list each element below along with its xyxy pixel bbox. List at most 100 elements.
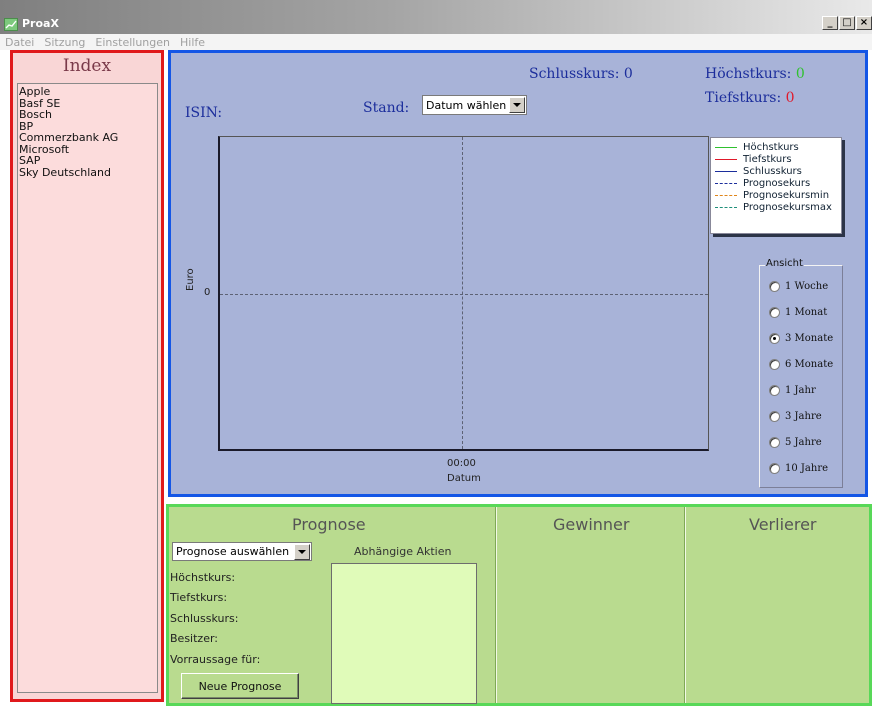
chevron-down-icon[interactable] bbox=[509, 97, 525, 113]
list-item[interactable]: Bosch bbox=[19, 109, 156, 121]
radio-icon[interactable] bbox=[769, 359, 780, 370]
schlusskurs-field-label: Schlusskurs: bbox=[170, 612, 239, 625]
maximize-button[interactable]: □ bbox=[839, 16, 855, 30]
legend-label: Prognosekursmin bbox=[743, 189, 830, 201]
schlusskurs-value: 0 bbox=[623, 66, 633, 82]
list-item[interactable]: Sky Deutschland bbox=[19, 166, 156, 179]
menu-einstellungen[interactable]: Einstellungen bbox=[90, 34, 175, 50]
chart-legend: Höchstkurs Tiefstkurs Schlusskurs Progno… bbox=[710, 137, 842, 234]
chart-panel: Schlusskurs: 0 Höchstkurs: 0 Tiefstkurs:… bbox=[168, 50, 868, 497]
radio-icon[interactable] bbox=[769, 411, 780, 422]
radio-10-jahre[interactable]: 10 Jahre bbox=[769, 463, 828, 474]
legend-label: Prognosekurs bbox=[743, 177, 811, 189]
menu-datei[interactable]: Datei bbox=[0, 34, 39, 50]
radio-1-woche[interactable]: 1 Woche bbox=[769, 281, 828, 292]
index-panel: Index Apple Basf SE Bosch BP Commerzbank… bbox=[10, 50, 164, 702]
abhaengige-aktien-list[interactable] bbox=[331, 563, 477, 704]
legend-swatch bbox=[715, 170, 737, 172]
vorraussage-field-label: Vorraussage für: bbox=[170, 653, 261, 666]
hoechstkurs-readout: Höchstkurs: 0 bbox=[705, 66, 805, 82]
menu-bar: Datei Sitzung Einstellungen Hilfe bbox=[0, 34, 872, 50]
radio-label: 1 Monat bbox=[785, 307, 828, 318]
isin-label: ISIN: bbox=[185, 105, 223, 121]
radio-label: 3 Jahre bbox=[785, 411, 822, 422]
radio-icon[interactable] bbox=[769, 385, 780, 396]
radio-1-monat[interactable]: 1 Monat bbox=[769, 307, 827, 318]
radio-6-monate[interactable]: 6 Monate bbox=[769, 359, 833, 370]
besitzer-field-label: Besitzer: bbox=[170, 632, 218, 645]
ansicht-label: Ansicht bbox=[765, 258, 804, 269]
radio-3-jahre[interactable]: 3 Jahre bbox=[769, 411, 822, 422]
x-zero-line bbox=[462, 137, 463, 449]
gewinner-title: Gewinner bbox=[553, 515, 630, 534]
stand-dropdown[interactable]: Datum wählen bbox=[422, 95, 527, 115]
abhaengige-aktien-label: Abhängige Aktien bbox=[354, 545, 452, 558]
y-zero-line bbox=[220, 294, 708, 295]
radio-label: 1 Jahr bbox=[785, 385, 816, 396]
x-tick-label: 00:00 bbox=[447, 458, 476, 469]
ansicht-group: Ansicht 1 Woche 1 Monat 3 Monate 6 Monat… bbox=[759, 258, 843, 488]
legend-swatch bbox=[715, 158, 737, 160]
prognose-dropdown[interactable]: Prognose auswählen bbox=[172, 542, 312, 561]
bottom-panel: Prognose Prognose auswählen Abhängige Ak… bbox=[166, 504, 872, 706]
legend-item: Schlusskurs bbox=[715, 165, 837, 177]
y-tick-label: 0 bbox=[204, 287, 211, 298]
chart-plot-area bbox=[218, 136, 709, 451]
prognose-title: Prognose bbox=[292, 515, 366, 534]
list-item[interactable]: Commerzbank AG bbox=[19, 132, 156, 144]
radio-1-jahr[interactable]: 1 Jahr bbox=[769, 385, 816, 396]
column-divider bbox=[495, 507, 497, 703]
schlusskurs-readout: Schlusskurs: 0 bbox=[529, 66, 633, 82]
hoechstkurs-field-label: Höchstkurs: bbox=[170, 571, 236, 584]
menu-hilfe[interactable]: Hilfe bbox=[175, 34, 210, 50]
legend-label: Tiefstkurs bbox=[743, 153, 792, 165]
radio-checked-icon[interactable] bbox=[769, 333, 780, 344]
chevron-down-icon[interactable] bbox=[294, 543, 310, 560]
radio-label: 3 Monate bbox=[785, 333, 834, 344]
schlusskurs-label: Schlusskurs: bbox=[529, 66, 620, 82]
tiefstkurs-value: 0 bbox=[785, 90, 795, 106]
index-title: Index bbox=[62, 56, 112, 76]
window-title: ProaX bbox=[22, 17, 59, 30]
prognose-dropdown-value: Prognose auswählen bbox=[176, 545, 290, 558]
list-item[interactable]: SAP bbox=[19, 155, 156, 167]
radio-5-jahre[interactable]: 5 Jahre bbox=[769, 437, 822, 448]
radio-label: 6 Monate bbox=[785, 359, 834, 370]
close-button[interactable]: × bbox=[856, 16, 872, 30]
radio-icon[interactable] bbox=[769, 281, 780, 292]
legend-label: Höchstkurs bbox=[743, 141, 799, 153]
radio-icon[interactable] bbox=[769, 463, 780, 474]
app-icon bbox=[4, 18, 18, 31]
radio-3-monate[interactable]: 3 Monate bbox=[769, 333, 833, 344]
menu-sitzung[interactable]: Sitzung bbox=[39, 34, 90, 50]
tiefstkurs-readout: Tiefstkurs: 0 bbox=[705, 90, 795, 106]
stand-label: Stand: bbox=[363, 100, 410, 116]
radio-icon[interactable] bbox=[769, 307, 780, 318]
minimize-button[interactable]: _ bbox=[822, 16, 838, 30]
title-bar: ProaX _ □ × bbox=[0, 0, 872, 34]
legend-item: Prognosekursmin bbox=[715, 189, 837, 201]
legend-swatch bbox=[715, 146, 737, 148]
hoechstkurs-label: Höchstkurs: bbox=[705, 66, 792, 82]
hoechstkurs-value: 0 bbox=[795, 66, 805, 82]
tiefstkurs-field-label: Tiefstkurs: bbox=[170, 591, 228, 604]
tiefstkurs-label: Tiefstkurs: bbox=[705, 90, 782, 106]
legend-swatch bbox=[715, 182, 737, 184]
radio-label: 5 Jahre bbox=[785, 437, 822, 448]
y-axis-label: Euro bbox=[185, 268, 196, 291]
legend-label: Prognosekursmax bbox=[743, 201, 832, 213]
stand-dropdown-value: Datum wählen bbox=[426, 98, 507, 112]
neue-prognose-button[interactable]: Neue Prognose bbox=[181, 673, 299, 699]
legend-item: Prognosekursmax bbox=[715, 201, 837, 213]
legend-swatch bbox=[715, 206, 737, 208]
window-controls: _ □ × bbox=[822, 16, 872, 30]
column-divider bbox=[684, 507, 686, 703]
legend-item: Tiefstkurs bbox=[715, 153, 837, 165]
x-axis-label: Datum bbox=[447, 473, 481, 484]
list-item[interactable]: Apple bbox=[19, 86, 156, 98]
legend-swatch bbox=[715, 194, 737, 196]
legend-item: Prognosekurs bbox=[715, 177, 837, 189]
index-list[interactable]: Apple Basf SE Bosch BP Commerzbank AG Mi… bbox=[17, 83, 158, 693]
radio-icon[interactable] bbox=[769, 437, 780, 448]
radio-label: 1 Woche bbox=[785, 281, 829, 292]
